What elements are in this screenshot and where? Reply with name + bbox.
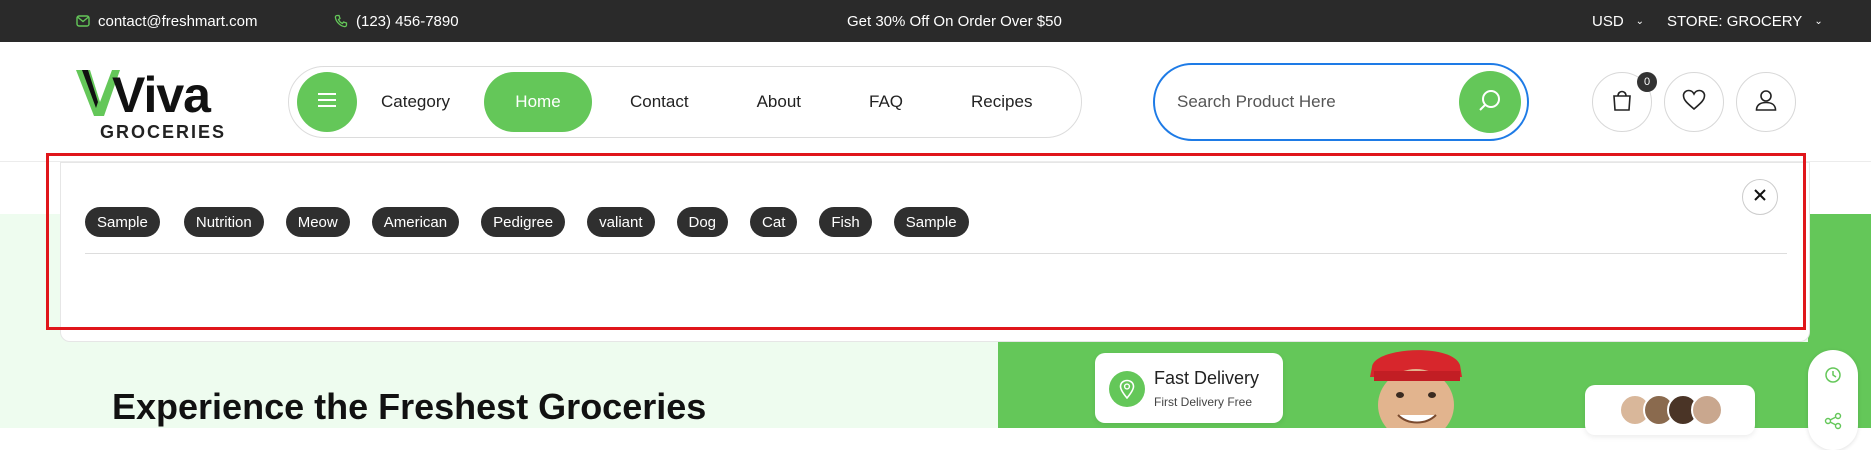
top-bar: contact@freshmart.com (123) 456-7890 Get… (0, 0, 1871, 42)
tag-list: Sample Nutrition Meow American Pedigree … (85, 207, 969, 237)
hamburger-icon (318, 92, 336, 112)
logo[interactable]: Viva GROCERIES (74, 64, 224, 146)
chevron-down-icon: ⌄ (1635, 15, 1645, 27)
phone-icon (334, 14, 348, 28)
tag-sample-2[interactable]: Sample (893, 207, 969, 237)
dropdown-divider (85, 253, 1787, 254)
tag-pedigree[interactable]: Pedigree (481, 207, 566, 237)
wishlist-button[interactable] (1664, 72, 1724, 132)
tag-american[interactable]: American (371, 207, 460, 237)
email-text: contact@freshmart.com (98, 12, 258, 30)
category-dropdown-panel: Sample Nutrition Meow American Pedigree … (60, 162, 1810, 342)
nav-home[interactable]: Home (483, 72, 592, 132)
nav-contact[interactable]: Contact (630, 92, 689, 112)
nav-about[interactable]: About (757, 92, 801, 112)
nav-category[interactable]: Category (381, 92, 450, 112)
contact-phone[interactable]: (123) 456-7890 (334, 0, 459, 42)
close-icon (1753, 188, 1767, 207)
store-label: STORE: GROCERY (1667, 12, 1803, 30)
store-selector[interactable]: STORE: GROCERY ⌄ (1667, 0, 1823, 42)
logo-brand: Viva (112, 67, 211, 123)
fast-delivery-card: Fast Delivery First Delivery Free (1095, 353, 1283, 423)
nav-recipes[interactable]: Recipes (971, 92, 1032, 112)
tag-valiant[interactable]: valiant (587, 207, 655, 237)
main-header: Viva GROCERIES Category Home Contact Abo… (0, 42, 1871, 162)
tag-meow[interactable]: Meow (285, 207, 350, 237)
user-icon (1754, 88, 1778, 117)
cart-button[interactable]: 0 (1592, 72, 1657, 132)
promo-text: Get 30% Off On Order Over $50 (847, 12, 1062, 30)
nav-faq[interactable]: FAQ (869, 92, 903, 112)
tag-sample[interactable]: Sample (85, 207, 160, 237)
currency-selector[interactable]: USD ⌄ (1592, 0, 1644, 42)
tag-nutrition[interactable]: Nutrition (183, 207, 264, 237)
currency-label: USD (1592, 12, 1624, 30)
delivery-subtitle: First Delivery Free (1154, 395, 1253, 409)
search-bar (1153, 63, 1529, 141)
heart-icon (1682, 89, 1706, 116)
delivery-title: Fast Delivery (1154, 368, 1260, 388)
delivery-person-image (1352, 343, 1476, 441)
bag-icon (1611, 88, 1633, 117)
search-button[interactable] (1459, 71, 1521, 133)
contact-email[interactable]: contact@freshmart.com (76, 0, 257, 42)
tag-fish[interactable]: Fish (819, 207, 872, 237)
share-icon[interactable] (1824, 412, 1842, 435)
avatar (1691, 394, 1723, 426)
hero-green-panel-edge (1808, 214, 1871, 342)
cart-count-badge: 0 (1637, 72, 1657, 92)
search-icon (1478, 88, 1502, 117)
mail-icon (76, 15, 90, 27)
history-icon[interactable] (1824, 366, 1842, 389)
menu-button[interactable] (297, 72, 357, 132)
search-input[interactable] (1177, 92, 1457, 112)
location-pin-icon (1109, 371, 1145, 407)
close-button[interactable] (1742, 179, 1778, 215)
tag-dog[interactable]: Dog (676, 207, 729, 237)
phone-text: (123) 456-7890 (356, 12, 459, 30)
tag-cat[interactable]: Cat (750, 207, 798, 237)
logo-subtitle: GROCERIES (100, 122, 227, 142)
side-toolbar (1808, 350, 1858, 450)
chevron-down-icon: ⌄ (1814, 15, 1823, 27)
account-button[interactable] (1736, 72, 1796, 132)
main-nav: Category Home Contact About FAQ Recipes (288, 66, 1082, 138)
hero-title: Experience the Freshest Groceries (112, 386, 707, 427)
